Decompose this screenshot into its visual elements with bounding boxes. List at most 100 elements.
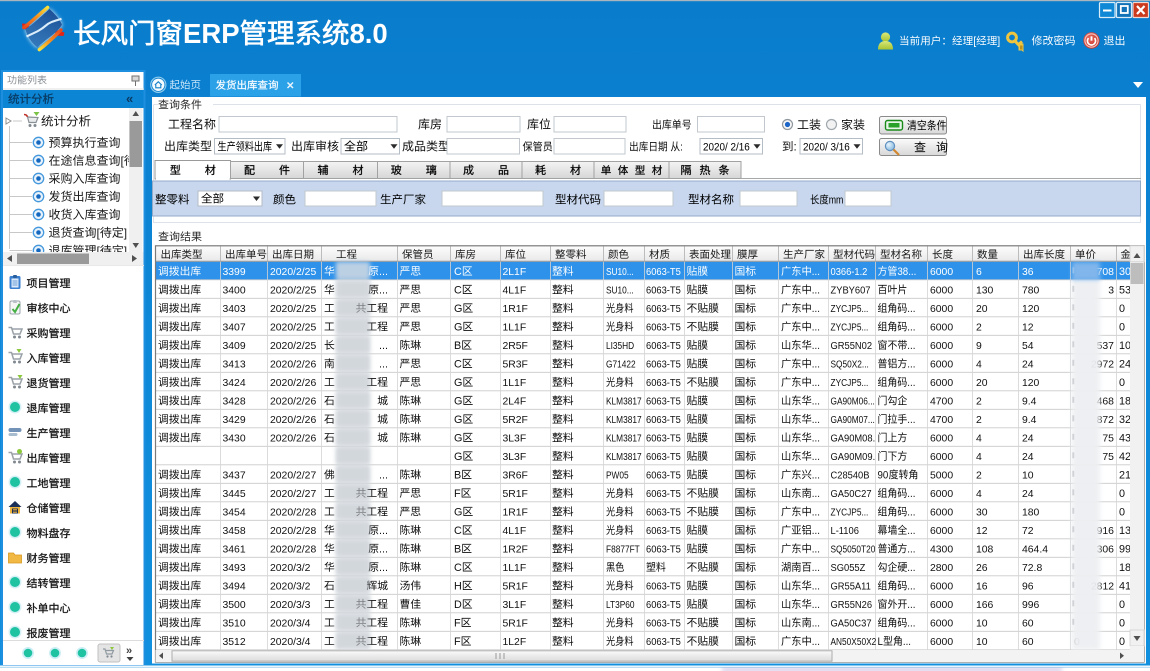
svg-text:...: ... [907, 525, 915, 537]
svg-text::: : [794, 142, 797, 154]
svg-text:3437: 3437 [223, 470, 246, 481]
svg-text:5R1F: 5R1F [503, 618, 528, 629]
svg-text:6063-T5: 6063-T5 [646, 285, 681, 297]
svg-text:SU10...: SU10... [606, 265, 634, 277]
svg-text:SG055Z: SG055Z [831, 562, 866, 574]
svg-text:[: [ [973, 36, 976, 48]
svg-text:10: 10 [976, 637, 988, 648]
svg-text:1L1F: 1L1F [503, 322, 527, 333]
svg-text:0: 0 [1119, 636, 1125, 648]
svg-text:6063-T5: 6063-T5 [646, 470, 681, 482]
svg-text:GA90M06...: GA90M06... [831, 394, 875, 406]
svg-text:...: ... [812, 636, 820, 648]
svg-text:3L3F: 3L3F [503, 433, 527, 444]
svg-text:0: 0 [1119, 617, 1125, 629]
svg-text:4: 4 [976, 433, 982, 444]
svg-text:2: 2 [976, 470, 982, 481]
svg-text:38...: 38... [897, 266, 916, 278]
svg-text:60: 60 [1022, 637, 1034, 648]
svg-text:1L1F: 1L1F [503, 563, 527, 574]
svg-text:...: ... [379, 358, 388, 370]
svg-text:mm: mm [829, 195, 844, 207]
svg-text:6063-T5: 6063-T5 [646, 451, 681, 463]
svg-text:G: G [454, 377, 462, 389]
svg-text:3428: 3428 [223, 396, 246, 407]
svg-text:2020/2/25: 2020/2/25 [270, 285, 316, 296]
svg-text:...: ... [907, 618, 915, 630]
svg-text:0366-1.2: 0366-1.2 [831, 266, 868, 278]
svg-text:...: ... [812, 507, 820, 519]
svg-text:L-1106: L-1106 [831, 525, 860, 537]
svg-text:13: 13 [1119, 525, 1131, 537]
svg-text:3R6F: 3R6F [503, 470, 528, 481]
svg-text:...: ... [812, 470, 820, 482]
svg-text:G: G [454, 432, 462, 444]
svg-text:5R1F: 5R1F [503, 489, 528, 500]
svg-text:6000: 6000 [930, 507, 953, 518]
svg-text:1R1F: 1R1F [503, 507, 528, 518]
svg-text:120: 120 [1022, 378, 1040, 389]
svg-text:6063-T5: 6063-T5 [646, 525, 681, 537]
svg-text:6000: 6000 [930, 322, 953, 333]
svg-text:GA90M09.: GA90M09. [831, 451, 876, 463]
svg-text:108: 108 [976, 544, 994, 555]
svg-text:...: ... [379, 469, 388, 481]
svg-text:20: 20 [976, 304, 988, 315]
svg-text:2020/2/25: 2020/2/25 [270, 341, 316, 352]
svg-text:L: L [878, 636, 884, 648]
svg-text:2020/2/26: 2020/2/26 [270, 378, 316, 389]
svg-text:...: ... [907, 544, 915, 556]
svg-text:2020/ 3/16: 2020/ 3/16 [803, 142, 850, 154]
svg-text:3424: 3424 [223, 378, 246, 389]
svg-text:GR55A11: GR55A11 [831, 581, 872, 593]
svg-text:F: F [454, 617, 461, 629]
svg-text:C: C [454, 266, 462, 278]
svg-text:6063-T5: 6063-T5 [646, 303, 681, 315]
svg-text:...: ... [812, 618, 820, 630]
svg-text:6000: 6000 [930, 304, 953, 315]
svg-text:6063-T5: 6063-T5 [646, 396, 681, 408]
svg-text:3445: 3445 [223, 489, 246, 500]
svg-text:5R3F: 5R3F [503, 359, 528, 370]
svg-text:0: 0 [1119, 506, 1125, 518]
svg-text:2: 2 [976, 322, 982, 333]
svg-text:4L1F: 4L1F [503, 526, 527, 537]
svg-text:F8877FT: F8877FT [606, 542, 640, 554]
svg-text:3L3F: 3L3F [503, 452, 527, 463]
svg-text:996: 996 [1022, 600, 1040, 611]
svg-text:»: » [126, 645, 132, 657]
svg-text:4300: 4300 [930, 544, 953, 555]
svg-text:...: ... [379, 266, 388, 278]
svg-text:10: 10 [976, 618, 988, 629]
svg-text:6063-T5: 6063-T5 [646, 359, 681, 371]
svg-text:2020/3/2: 2020/3/2 [270, 581, 311, 592]
svg-text:26: 26 [976, 563, 988, 574]
svg-text:4: 4 [976, 489, 982, 500]
svg-text:GA90M07...: GA90M07... [831, 413, 875, 425]
svg-text:6000: 6000 [930, 581, 953, 592]
svg-text:5R2F: 5R2F [503, 415, 528, 426]
svg-text:1L1F: 1L1F [503, 378, 527, 389]
svg-text:2020/2/26: 2020/2/26 [270, 433, 316, 444]
svg-text:2020/2/28: 2020/2/28 [270, 544, 316, 555]
svg-text:6063-T5: 6063-T5 [646, 544, 681, 556]
svg-text:780: 780 [1022, 285, 1040, 296]
svg-text:120: 120 [1022, 304, 1040, 315]
svg-text:6063-T5: 6063-T5 [646, 340, 681, 352]
svg-text:166: 166 [976, 600, 994, 611]
svg-text:...: ... [812, 544, 820, 556]
svg-text:75: 75 [1102, 452, 1114, 463]
svg-text:...: ... [907, 507, 915, 519]
svg-text:3400: 3400 [223, 285, 246, 296]
svg-text:...: ... [812, 303, 820, 315]
svg-text:2020/2/28: 2020/2/28 [270, 526, 316, 537]
svg-text:2020/2/27: 2020/2/27 [270, 489, 316, 500]
svg-text:2020/3/4: 2020/3/4 [270, 618, 311, 629]
svg-text:6000: 6000 [930, 359, 953, 370]
svg-text:130: 130 [976, 285, 994, 296]
svg-text:24: 24 [1022, 359, 1034, 370]
svg-text:2020/2/26: 2020/2/26 [270, 396, 316, 407]
svg-text:3461: 3461 [223, 544, 246, 555]
svg-text:LT3P60: LT3P60 [606, 598, 634, 610]
svg-text:...: ... [812, 377, 820, 389]
